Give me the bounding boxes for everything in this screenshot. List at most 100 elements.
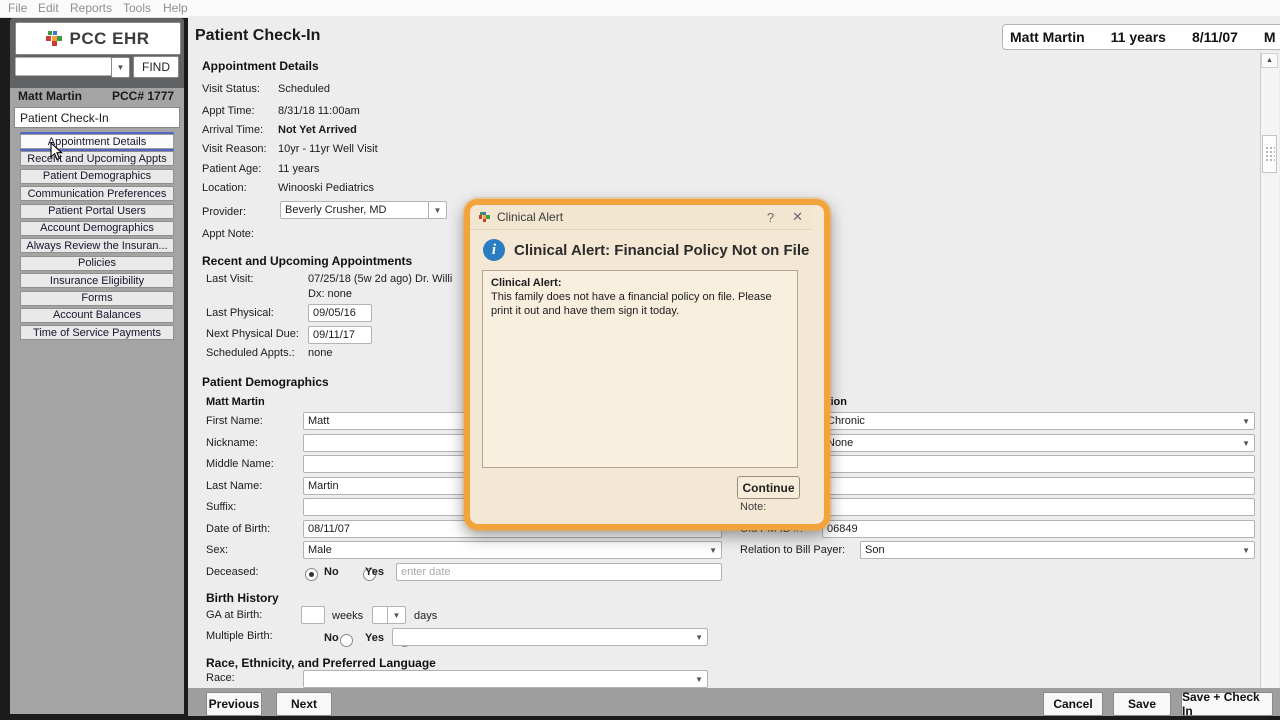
scrollbar-grip-icon bbox=[1264, 146, 1275, 162]
patient-demographics-subheading: Matt Martin bbox=[206, 396, 265, 408]
location-value: Winooski Pediatrics bbox=[278, 182, 374, 194]
sidebar-nav: Appointment Details Recent and Upcoming … bbox=[20, 134, 174, 343]
chevron-down-icon: ▼ bbox=[1242, 438, 1250, 448]
scheduled-appts-value: none bbox=[308, 347, 333, 359]
last-visit-value: 07/25/18 (5w 2d ago) Dr. Willi bbox=[308, 273, 453, 285]
sex-value: Male bbox=[308, 544, 332, 556]
patient-bar-sex: M bbox=[1263, 29, 1276, 45]
visit-status-value: Scheduled bbox=[278, 83, 330, 95]
right-field-2-select[interactable]: None ▼ bbox=[822, 434, 1255, 452]
sidebar-item-recent-upcoming-appts[interactable]: Recent and Upcoming Appts bbox=[20, 151, 174, 167]
scheduled-appts-label: Scheduled Appts.: bbox=[206, 347, 295, 359]
sidebar-item-account-demographics[interactable]: Account Demographics bbox=[20, 220, 174, 236]
sidebar-item-patient-portal-users[interactable]: Patient Portal Users bbox=[20, 203, 174, 219]
sidebar-item-policies[interactable]: Policies bbox=[20, 255, 174, 271]
multiple-birth-no-label: No bbox=[324, 632, 339, 644]
last-physical-input[interactable] bbox=[308, 304, 372, 322]
search-dropdown-arrow[interactable]: ▼ bbox=[111, 57, 130, 78]
patient-age-label: Patient Age: bbox=[202, 163, 262, 175]
chevron-down-icon: ▼ bbox=[709, 545, 717, 555]
location-label: Location: bbox=[202, 182, 247, 194]
provider-label: Provider: bbox=[202, 206, 247, 218]
ga-at-birth-label: GA at Birth: bbox=[206, 609, 263, 621]
dialog-message-text: This family does not have a financial po… bbox=[491, 291, 772, 317]
sidebar-item-patient-demographics[interactable]: Patient Demographics bbox=[20, 168, 174, 184]
find-button[interactable]: FIND bbox=[133, 56, 179, 78]
right-field-1-select[interactable]: Chronic ▼ bbox=[822, 412, 1255, 430]
old-pm-id-input[interactable] bbox=[822, 520, 1255, 538]
scrollbar-thumb[interactable] bbox=[1262, 135, 1277, 173]
sidebar-section-box[interactable]: Patient Check-In bbox=[14, 107, 180, 128]
right-field-3-input[interactable] bbox=[822, 455, 1255, 473]
last-name-label: Last Name: bbox=[206, 480, 263, 492]
dialog-title-bar[interactable]: Clinical Alert ? ✕ bbox=[470, 205, 812, 230]
dialog-close-icon[interactable]: ✕ bbox=[792, 209, 803, 225]
search-input[interactable] bbox=[15, 57, 112, 76]
dialog-message-box: Clinical Alert: This family does not hav… bbox=[482, 270, 798, 468]
sex-label: Sex: bbox=[206, 544, 229, 556]
menu-file[interactable]: File bbox=[8, 1, 27, 15]
chevron-down-icon: ▼ bbox=[387, 607, 405, 623]
sidebar-item-communication-preferences[interactable]: Communication Preferences bbox=[20, 186, 174, 202]
ga-days-select[interactable]: ▼ bbox=[372, 606, 406, 624]
sidebar-item-forms[interactable]: Forms bbox=[20, 290, 174, 306]
pcc-plus-icon bbox=[46, 30, 63, 47]
ga-weeks-input[interactable] bbox=[301, 606, 325, 624]
cancel-button[interactable]: Cancel bbox=[1043, 692, 1103, 716]
birth-history-heading: Birth History bbox=[206, 591, 279, 605]
menu-help[interactable]: Help bbox=[163, 1, 188, 15]
last-visit-label: Last Visit: bbox=[206, 273, 254, 285]
chevron-down-icon: ▼ bbox=[116, 63, 125, 72]
info-icon: i bbox=[483, 239, 505, 261]
menu-reports[interactable]: Reports bbox=[70, 1, 112, 15]
relation-value: Son bbox=[865, 544, 885, 556]
logo-text: PCC EHR bbox=[69, 28, 150, 48]
note-input[interactable] bbox=[822, 498, 1255, 516]
arrival-time-label: Arrival Time: bbox=[202, 124, 264, 136]
sidebar-item-time-of-service-payments[interactable]: Time of Service Payments bbox=[20, 325, 174, 341]
dialog-help-button[interactable]: ? bbox=[767, 210, 774, 225]
multiple-birth-select[interactable]: ▼ bbox=[392, 628, 708, 646]
patient-demographics-heading: Patient Demographics bbox=[202, 375, 329, 389]
weeks-label: weeks bbox=[332, 610, 364, 622]
save-button[interactable]: Save bbox=[1113, 692, 1171, 716]
next-physical-input[interactable] bbox=[308, 326, 372, 344]
scroll-up-arrow-icon[interactable]: ▲ bbox=[1261, 53, 1278, 68]
days-label: days bbox=[414, 610, 438, 622]
patient-age-value: 11 years bbox=[278, 163, 320, 175]
note-label: Note: bbox=[740, 501, 767, 513]
continue-button[interactable]: Continue bbox=[737, 476, 800, 499]
sidebar-item-insurance-eligibility[interactable]: Insurance Eligibility bbox=[20, 273, 174, 289]
last-physical-label: Last Physical: bbox=[206, 307, 274, 319]
pcc-ehr-logo: PCC EHR bbox=[15, 22, 181, 55]
deceased-yes-label: Yes bbox=[365, 566, 384, 578]
menu-tools[interactable]: Tools bbox=[123, 1, 151, 15]
race-select[interactable]: ▼ bbox=[303, 670, 708, 688]
multiple-birth-label: Multiple Birth: bbox=[206, 630, 273, 642]
dob-label: Date of Birth: bbox=[206, 523, 271, 535]
menu-edit[interactable]: Edit bbox=[38, 1, 59, 15]
dialog-heading: Clinical Alert: Financial Policy Not on … bbox=[514, 241, 810, 259]
sidebar-pcc-id: PCC# 1777 bbox=[112, 89, 175, 103]
provider-select[interactable]: Beverly Crusher, MD ▼ bbox=[280, 201, 447, 219]
visit-reason-label: Visit Reason: bbox=[202, 143, 267, 155]
chevron-down-icon: ▼ bbox=[695, 632, 703, 642]
suffix-label: Suffix: bbox=[206, 501, 237, 513]
sidebar-item-appointment-details[interactable]: Appointment Details bbox=[20, 134, 174, 149]
recent-appts-heading: Recent and Upcoming Appointments bbox=[202, 254, 413, 268]
deceased-date-input[interactable] bbox=[396, 563, 722, 581]
clinical-alert-dialog: Clinical Alert ? ✕ i Clinical Alert: Fin… bbox=[464, 199, 830, 530]
deceased-label: Deceased: bbox=[206, 566, 259, 578]
previous-button[interactable]: Previous bbox=[206, 692, 262, 716]
sidebar-item-account-balances[interactable]: Account Balances bbox=[20, 307, 174, 323]
save-check-in-button[interactable]: Save + Check In bbox=[1181, 690, 1273, 718]
appt-time-label: Appt Time: bbox=[202, 105, 255, 117]
race-section-heading: Race, Ethnicity, and Preferred Language bbox=[206, 656, 436, 670]
right-field-4-input[interactable] bbox=[822, 477, 1255, 495]
next-button[interactable]: Next bbox=[276, 692, 332, 716]
sidebar-item-always-review-insurance[interactable]: Always Review the Insuran... bbox=[20, 238, 174, 254]
patient-bar-name: Matt Martin bbox=[1010, 29, 1085, 45]
sex-select[interactable]: Male ▼ bbox=[303, 541, 722, 559]
relation-to-bill-payer-select[interactable]: Son ▼ bbox=[860, 541, 1255, 559]
appointment-details-heading: Appointment Details bbox=[202, 59, 319, 73]
